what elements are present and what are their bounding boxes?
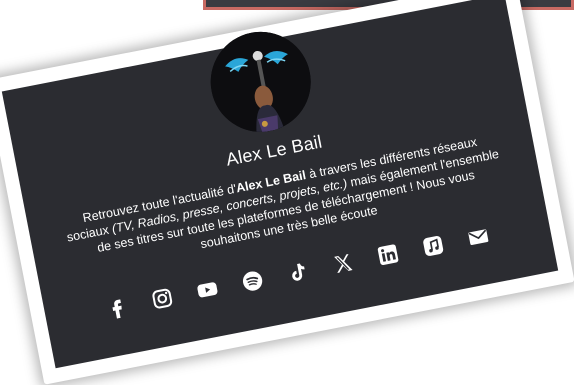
spotify-icon[interactable] xyxy=(239,267,267,295)
x-icon[interactable] xyxy=(329,249,357,277)
youtube-icon[interactable] xyxy=(193,276,221,304)
email-icon[interactable] xyxy=(464,223,492,251)
facebook-icon[interactable] xyxy=(103,293,131,321)
tiktok-icon[interactable] xyxy=(284,258,312,286)
profile-card: Alex Le Bail Retrouvez toute l'actualité… xyxy=(1,0,559,369)
instagram-icon[interactable] xyxy=(148,285,176,313)
tilted-card: Alex Le Bail Retrouvez toute l'actualité… xyxy=(0,0,574,385)
linkedin-icon[interactable] xyxy=(374,241,402,269)
apple-music-icon[interactable] xyxy=(419,232,447,260)
